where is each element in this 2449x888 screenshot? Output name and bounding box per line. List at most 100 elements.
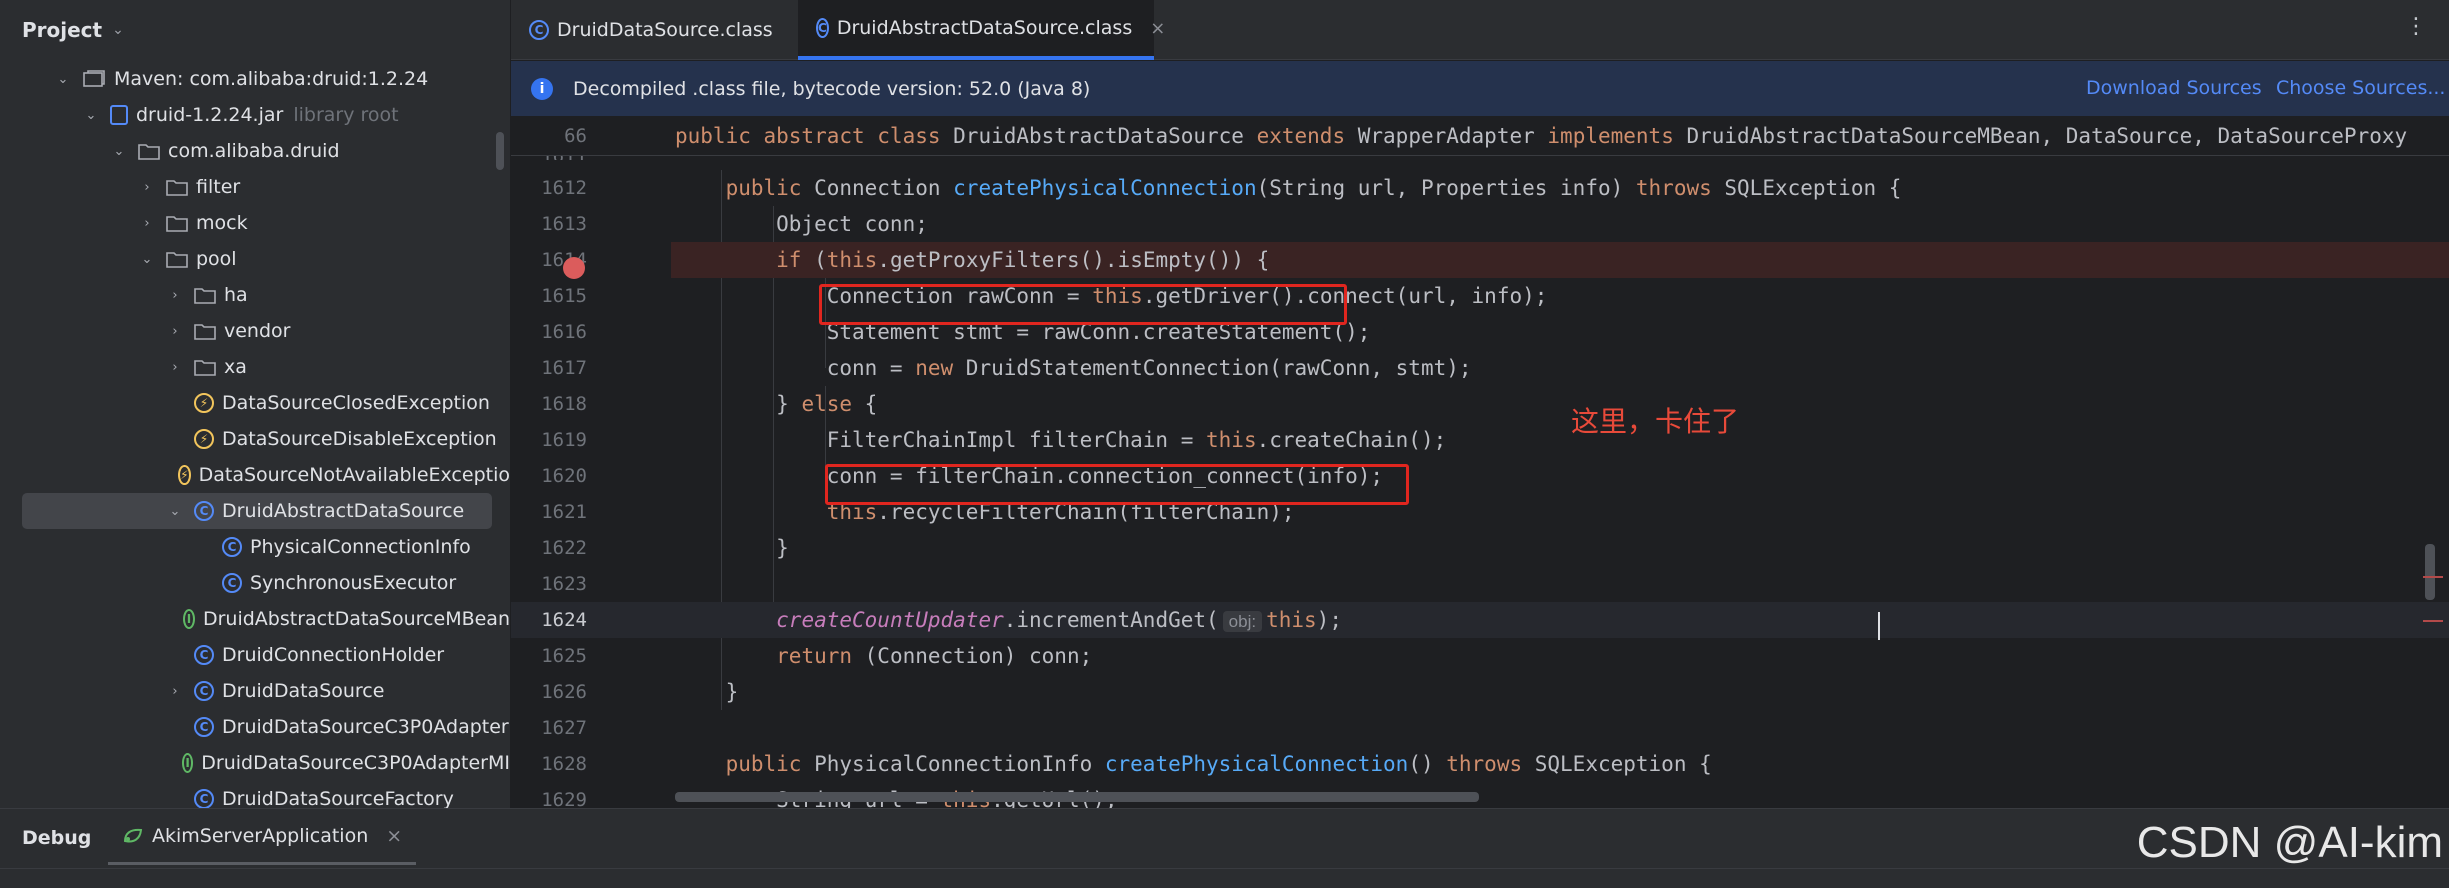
- editor-scrollbar[interactable]: [2425, 544, 2435, 600]
- code-line[interactable]: 1624 createCountUpdater.incrementAndGet(…: [511, 602, 2449, 638]
- chevron-down-icon[interactable]: ⌄: [80, 108, 102, 123]
- tree-item-label: druid-1.2.24.jar: [136, 104, 284, 126]
- error-stripe-mark[interactable]: [2423, 576, 2443, 578]
- code-line[interactable]: 1625 return (Connection) conn;: [511, 638, 2449, 674]
- folder-icon: [194, 320, 216, 342]
- tree-item[interactable]: › vendor: [0, 313, 510, 349]
- code-line[interactable]: 1620 conn = filterChain.connection_conne…: [511, 458, 2449, 494]
- code-line[interactable]: 1616 Statement stmt = rawConn.createStat…: [511, 314, 2449, 350]
- annotation-note: 这里，卡住了: [1571, 405, 1740, 438]
- chevron-right-icon[interactable]: ›: [164, 324, 186, 339]
- chevron-down-icon[interactable]: ⌄: [164, 504, 186, 519]
- code-line[interactable]: 1615 Connection rawConn = this.getDriver…: [511, 278, 2449, 314]
- line-number[interactable]: 1620: [511, 458, 587, 494]
- tree-item-label: Maven: com.alibaba:druid:1.2.24: [114, 68, 429, 90]
- tree-item[interactable]: › xa: [0, 349, 510, 385]
- tree-item[interactable]: C DruidDataSourceC3P0Adapter: [0, 709, 510, 745]
- code-text: }: [675, 680, 739, 704]
- tree-item[interactable]: C DruidConnectionHolder: [0, 637, 510, 673]
- close-session-icon[interactable]: ×: [386, 825, 402, 847]
- chevron-right-icon[interactable]: ›: [164, 360, 186, 375]
- line-number[interactable]: 1617: [511, 350, 587, 386]
- code-line[interactable]: 1622 }: [511, 530, 2449, 566]
- tree-item-label: mock: [196, 212, 248, 234]
- line-number[interactable]: 1624: [511, 602, 587, 638]
- code-line[interactable]: 1626 }: [511, 674, 2449, 710]
- line-number[interactable]: 1625: [511, 638, 587, 674]
- chevron-down-icon[interactable]: ⌄: [136, 252, 158, 267]
- tree-item[interactable]: › C DruidDataSource: [0, 673, 510, 709]
- code-line[interactable]: 1627: [511, 710, 2449, 746]
- code-line[interactable]: 1617 conn = new DruidStatementConnection…: [511, 350, 2449, 386]
- code-editor[interactable]: 66 public abstract class DruidAbstractDa…: [511, 116, 2449, 808]
- close-tab-icon[interactable]: ×: [1150, 18, 1165, 39]
- line-number[interactable]: 1622: [511, 530, 587, 566]
- code-line[interactable]: 1623: [511, 566, 2449, 602]
- tree-item[interactable]: ⌄ C DruidAbstractDataSource: [22, 493, 492, 529]
- code-line[interactable]: 1628 public PhysicalConnectionInfo creat…: [511, 746, 2449, 782]
- project-view-selector[interactable]: Project ⌄: [0, 0, 510, 60]
- folder-icon: [138, 140, 160, 162]
- code-line[interactable]: 1612 public Connection createPhysicalCon…: [511, 170, 2449, 206]
- tree-item[interactable]: ⌄ pool: [0, 241, 510, 277]
- debug-title: Debug: [22, 827, 92, 849]
- line-number[interactable]: 1616: [511, 314, 587, 350]
- code-line[interactable]: 1618 } else {: [511, 386, 2449, 422]
- error-stripe-mark[interactable]: [2423, 620, 2443, 622]
- tree-item-label: pool: [196, 248, 237, 270]
- project-panel: Project ⌄ ⌄ Maven: com.alibaba:druid:1.2.…: [0, 0, 510, 808]
- sticky-class-header[interactable]: 66 public abstract class DruidAbstractDa…: [511, 116, 2449, 156]
- class-icon: C: [194, 789, 214, 808]
- debug-session-tab[interactable]: AkimServerApplication ×: [108, 809, 417, 865]
- tab-druid-datasource[interactable]: C DruidDataSource.class: [511, 0, 793, 60]
- tree-item[interactable]: ⌄ com.alibaba.druid: [0, 133, 510, 169]
- tree-item-label: SynchronousExecutor: [250, 572, 457, 594]
- line-number[interactable]: 1613: [511, 206, 587, 242]
- chevron-right-icon[interactable]: ›: [136, 180, 158, 195]
- tree-item[interactable]: › mock: [0, 205, 510, 241]
- line-number[interactable]: 1626: [511, 674, 587, 710]
- code-line[interactable]: 1613 Object conn;: [511, 206, 2449, 242]
- line-number[interactable]: 1618: [511, 386, 587, 422]
- class-icon: C: [194, 681, 214, 701]
- tree-item-label: DataSourceNotAvailableExceptio: [198, 464, 510, 486]
- chevron-right-icon[interactable]: ›: [136, 216, 158, 231]
- choose-sources-link[interactable]: Choose Sources...: [2276, 77, 2445, 99]
- tree-item[interactable]: › filter: [0, 169, 510, 205]
- chevron-right-icon[interactable]: ›: [164, 684, 186, 699]
- line-number[interactable]: 1628: [511, 746, 587, 782]
- tree-item[interactable]: ⚡ DataSourceDisableException: [0, 421, 510, 457]
- more-tabs-icon[interactable]: ⋮: [2405, 14, 2427, 39]
- tree-item-label: xa: [224, 356, 247, 378]
- breakpoint-icon[interactable]: [563, 257, 585, 279]
- tree-item[interactable]: I DruidDataSourceC3P0AdapterMI: [0, 745, 510, 781]
- chevron-down-icon[interactable]: ⌄: [52, 72, 74, 87]
- tree-item[interactable]: ⌄ Maven: com.alibaba:druid:1.2.24: [0, 61, 510, 97]
- spring-boot-app-icon: [123, 828, 143, 842]
- tree-item[interactable]: I DruidAbstractDataSourceMBean: [0, 601, 510, 637]
- horizontal-scrollbar[interactable]: [675, 792, 1479, 802]
- code-text: return (Connection) conn;: [776, 644, 1093, 668]
- sidebar-scrollbar[interactable]: [496, 132, 504, 170]
- line-number[interactable]: 1621: [511, 494, 587, 530]
- chevron-down-icon[interactable]: ⌄: [108, 144, 130, 159]
- tree-item[interactable]: C SynchronousExecutor: [0, 565, 510, 601]
- tree-item[interactable]: › ha: [0, 277, 510, 313]
- line-number[interactable]: 1627: [511, 710, 587, 746]
- code-line[interactable]: 1619 FilterChainImpl filterChain = this.…: [511, 422, 2449, 458]
- line-number[interactable]: 1615: [511, 278, 587, 314]
- tree-item[interactable]: ⚡ DataSourceNotAvailableExceptio: [0, 457, 510, 493]
- tree-item[interactable]: ⌄ druid-1.2.24.jar library root: [0, 97, 510, 133]
- chevron-right-icon[interactable]: ›: [164, 288, 186, 303]
- line-number[interactable]: 1612: [511, 170, 587, 206]
- tree-item[interactable]: C DruidDataSourceFactory: [0, 781, 510, 808]
- code-line[interactable]: 1621 this.recycleFilterChain(filterChain…: [511, 494, 2449, 530]
- line-number[interactable]: 1623: [511, 566, 587, 602]
- code-line[interactable]: 1614 if (this.getProxyFilters().isEmpty(…: [541, 242, 2449, 278]
- line-number[interactable]: 1619: [511, 422, 587, 458]
- tree-item[interactable]: C PhysicalConnectionInfo: [0, 529, 510, 565]
- line-number[interactable]: 1629: [511, 782, 587, 808]
- download-sources-link[interactable]: Download Sources: [2086, 77, 2262, 99]
- tab-druid-abstract-datasource[interactable]: C DruidAbstractDataSource.class ×: [798, 0, 1165, 60]
- tree-item[interactable]: ⚡ DataSourceClosedException: [0, 385, 510, 421]
